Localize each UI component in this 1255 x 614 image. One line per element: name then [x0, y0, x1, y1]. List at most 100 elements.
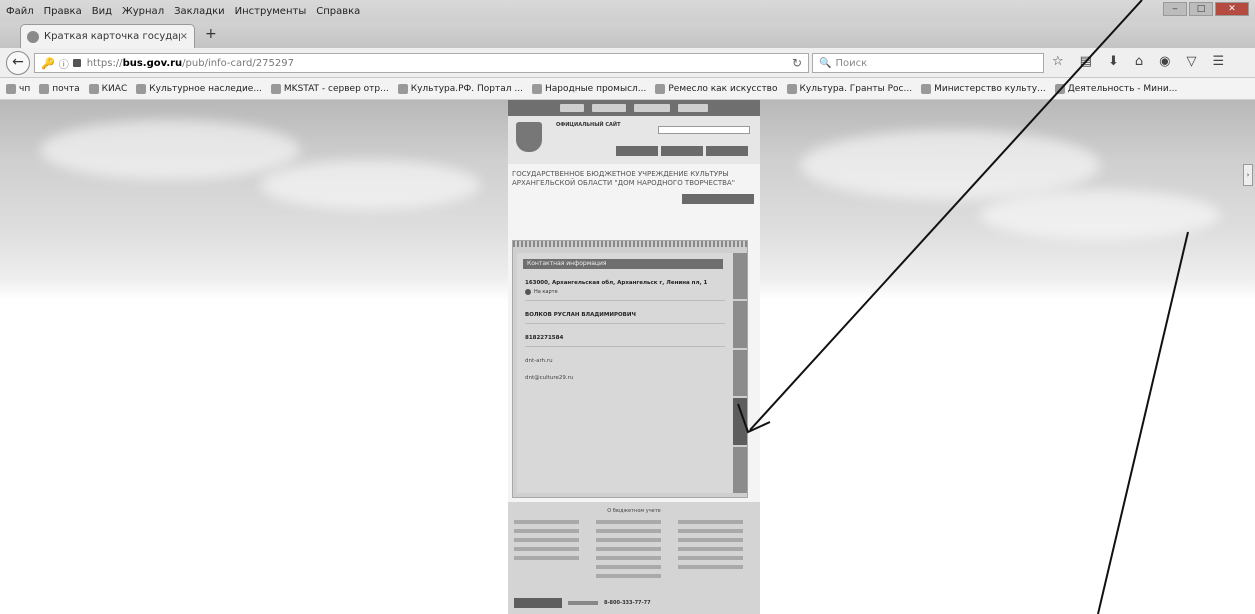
bookmark-item[interactable]: Культура. Гранты Рос...	[786, 83, 912, 94]
vertical-tab[interactable]	[733, 349, 747, 397]
site-top-nav	[508, 100, 760, 116]
header-button[interactable]	[661, 146, 703, 156]
reload-icon[interactable]: ↻	[792, 56, 802, 70]
card-decoration	[513, 241, 747, 247]
address-value: 163000, Архангельская обл, Архангельск г…	[525, 280, 708, 286]
footer-link[interactable]	[596, 556, 661, 560]
pocket-icon[interactable]: ▽	[1186, 54, 1196, 69]
search-placeholder: Поиск	[835, 57, 868, 69]
footer-link[interactable]	[678, 565, 743, 569]
search-input[interactable]: 🔍 Поиск	[812, 53, 1044, 73]
footer-link[interactable]	[596, 529, 661, 533]
menu-edit[interactable]: Правка	[44, 6, 82, 17]
url-text[interactable]: https://bus.gov.ru/pub/info-card/275297	[87, 58, 792, 69]
footer-title: О бюджетном учете	[607, 508, 661, 514]
footer-link[interactable]	[678, 556, 743, 560]
director-value: ВОЛКОВ РУСЛАН ВЛАДИМИРОВИЧ	[525, 312, 636, 318]
email-value[interactable]: dnt@culture29.ru	[525, 375, 725, 381]
info-icon[interactable]: ⓘ	[59, 56, 69, 71]
vertical-tab[interactable]	[733, 253, 747, 300]
background-cloud	[40, 120, 300, 180]
download-icon[interactable]: ⬇	[1108, 54, 1119, 69]
reading-list-icon[interactable]: ▤	[1080, 54, 1092, 69]
toolbar-icons: ☆ ▤ ⬇ ⌂ ◉ ▽ ☰	[1052, 54, 1224, 69]
tab-close-icon[interactable]: ×	[180, 31, 188, 42]
bookmark-item[interactable]: Деятельность - Мини...	[1054, 83, 1177, 94]
website-field: dnt-arh.ru	[517, 347, 733, 364]
footer-link[interactable]	[596, 547, 661, 551]
nav-link[interactable]	[560, 104, 584, 112]
header-button[interactable]	[706, 146, 748, 156]
nav-link[interactable]	[678, 104, 708, 112]
nav-link[interactable]	[634, 104, 670, 112]
bookmark-icon	[655, 83, 666, 94]
bookmark-item[interactable]: КИАС	[88, 83, 127, 94]
bookmark-icon	[6, 83, 16, 94]
footer-link[interactable]	[678, 547, 743, 551]
browser-tab[interactable]: Краткая карточка государ... ×	[20, 24, 195, 48]
star-icon[interactable]: ☆	[1052, 54, 1064, 69]
sidebar-toggle-icon[interactable]: ›	[1243, 164, 1253, 186]
vertical-tab-active[interactable]	[733, 398, 747, 445]
window-close-icon[interactable]: ✕	[1215, 2, 1249, 16]
footer-link[interactable]	[596, 520, 661, 524]
menu-tools[interactable]: Инструменты	[235, 6, 307, 17]
background-cloud	[260, 160, 480, 210]
footer-link[interactable]	[596, 538, 661, 542]
key-icon: 🔑	[41, 56, 55, 70]
bookmark-item[interactable]: Культура.РФ. Портал ...	[397, 83, 523, 94]
bookmark-icon	[921, 83, 932, 94]
footer-button[interactable]	[514, 598, 562, 608]
footer-bottom: 8-800-333-77-77	[514, 598, 754, 608]
home-icon[interactable]: ⌂	[1135, 54, 1143, 69]
bookmark-item[interactable]: чп	[6, 83, 30, 94]
footer-link[interactable]	[514, 556, 579, 560]
address-bar[interactable]: 🔑 ⓘ https://bus.gov.ru/pub/info-card/275…	[34, 53, 809, 73]
menu-bookmarks[interactable]: Закладки	[174, 6, 225, 17]
menu-file[interactable]: Файл	[6, 6, 34, 17]
footer-link[interactable]	[678, 520, 743, 524]
sync-icon[interactable]: ◉	[1159, 54, 1170, 69]
phone-field: 8182271584	[517, 324, 733, 347]
footer-link[interactable]	[514, 538, 579, 542]
footer-link[interactable]	[514, 529, 579, 533]
bookmark-item[interactable]: MKSTAT - сервер отр...	[270, 83, 389, 94]
vertical-tab[interactable]	[733, 446, 747, 494]
tab-bar: Краткая карточка государ... × +	[0, 22, 1255, 48]
info-card: Контактная информация 163000, Архангельс…	[512, 240, 748, 498]
minimize-icon[interactable]: ‒	[1163, 2, 1187, 16]
map-link[interactable]: На карте	[525, 289, 725, 295]
header-button[interactable]	[616, 146, 658, 156]
menu-help[interactable]: Справка	[316, 6, 360, 17]
bookmark-item[interactable]: Народные промысл...	[531, 83, 646, 94]
search-icon: 🔍	[819, 57, 832, 69]
bookmarks-bar: чп почта КИАС Культурное наследие... MKS…	[0, 78, 1255, 100]
footer-link[interactable]	[596, 565, 661, 569]
menu-view[interactable]: Вид	[92, 6, 112, 17]
bookmark-item[interactable]: почта	[39, 83, 80, 94]
footer-logo	[568, 601, 598, 605]
hamburger-menu-icon[interactable]: ☰	[1212, 54, 1224, 69]
bookmark-icon	[1054, 83, 1065, 94]
footer-link[interactable]	[678, 538, 743, 542]
footer-link[interactable]	[678, 529, 743, 533]
menu-history[interactable]: Журнал	[122, 6, 164, 17]
bookmark-item[interactable]: Культурное наследие...	[136, 83, 262, 94]
footer-link[interactable]	[514, 547, 579, 551]
card-heading: Контактная информация	[523, 259, 723, 269]
footer-link[interactable]	[514, 520, 579, 524]
vertical-tab[interactable]	[733, 301, 747, 348]
bookmark-item[interactable]: Министерство культу...	[921, 83, 1046, 94]
maximize-icon[interactable]: □	[1189, 2, 1213, 16]
new-tab-button[interactable]: +	[205, 26, 217, 42]
back-arrow-icon[interactable]: ←	[6, 51, 30, 75]
mail-icon	[39, 83, 50, 94]
footer-link[interactable]	[596, 574, 661, 578]
region-select[interactable]	[658, 126, 750, 134]
organization-action-button[interactable]	[682, 194, 754, 204]
bookmark-icon	[88, 83, 99, 94]
bookmark-item[interactable]: Ремесло как искусство	[655, 83, 778, 94]
bookmark-icon	[270, 83, 281, 94]
footer-column	[678, 520, 754, 583]
nav-link[interactable]	[592, 104, 626, 112]
